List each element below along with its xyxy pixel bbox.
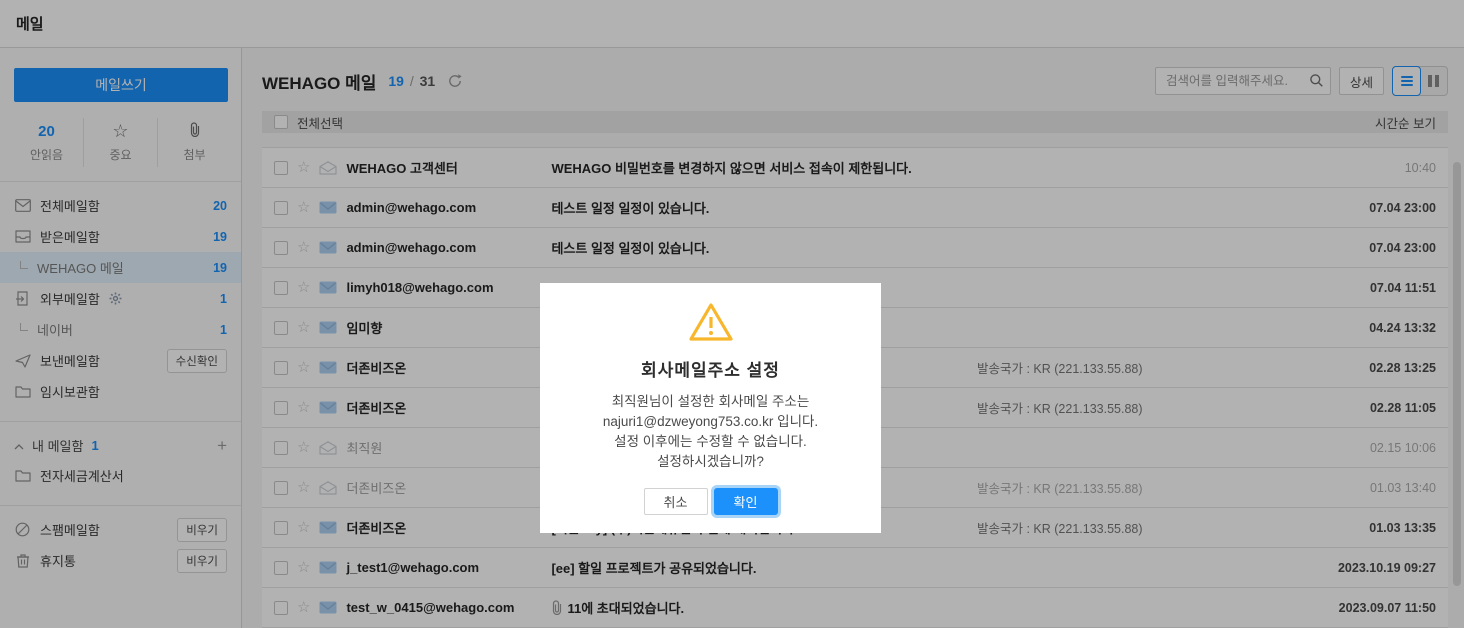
dialog-buttons: 취소 확인	[540, 488, 881, 515]
dialog-message-line: 설정 이후에는 수정할 수 없습니다.	[540, 432, 881, 452]
dialog-message-line: 설정하시겠습니까?	[540, 452, 881, 472]
dialog-message: 최직원님이 설정한 회사메일 주소는najuri1@dzweyong753.co…	[540, 392, 881, 472]
dialog-message-line: 최직원님이 설정한 회사메일 주소는	[540, 392, 881, 412]
cancel-button[interactable]: 취소	[644, 488, 708, 515]
dialog-message-line: najuri1@dzweyong753.co.kr 입니다.	[540, 412, 881, 432]
company-mail-dialog: 회사메일주소 설정 최직원님이 설정한 회사메일 주소는najuri1@dzwe…	[540, 283, 881, 533]
warning-icon	[540, 302, 881, 342]
confirm-button[interactable]: 확인	[714, 488, 778, 515]
mail-app: 메일 메일쓰기 20안읽음☆중요첨부 전체메일함20받은메일함19WEHAGO …	[0, 0, 1464, 628]
dialog-title: 회사메일주소 설정	[540, 356, 881, 381]
